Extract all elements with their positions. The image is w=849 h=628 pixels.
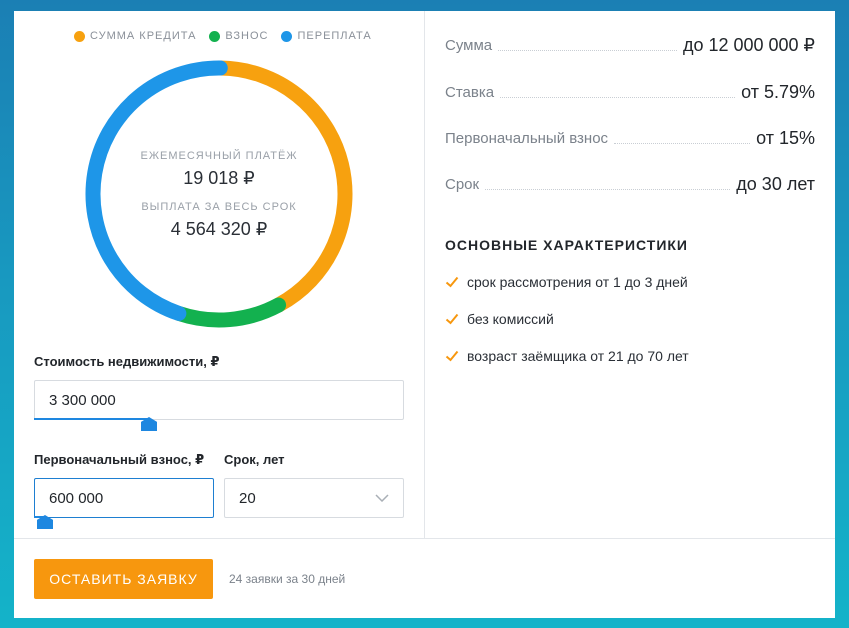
total-payment-label: ВЫПЛАТА ЗА ВЕСЬ СРОК: [141, 201, 297, 213]
legend-dot-loan: [74, 30, 85, 42]
condition-label: Сумма: [445, 37, 493, 54]
calculator-card: СУММА КРЕДИТА ВЗНОС ПЕРЕПЛАТА ЕЖЕМЕСЯЧНЫ…: [14, 11, 835, 618]
donut-center: ЕЖЕМЕСЯЧНЫЙ ПЛАТЁЖ 19 018 ₽ ВЫПЛАТА ЗА В…: [83, 58, 355, 330]
chevron-down-icon: [375, 494, 389, 502]
condition-label: Первоначальный взнос: [445, 130, 609, 147]
legend-label-loan: СУММА КРЕДИТА: [90, 30, 197, 42]
submit-application-button[interactable]: ОСТАВИТЬ ЗАЯВКУ: [34, 559, 213, 599]
legend-item-overpayment: ПЕРЕПЛАТА: [281, 30, 371, 42]
legend-dot-overpayment: [281, 30, 293, 42]
dotted-leader: [614, 143, 751, 144]
checkmark-icon: [445, 276, 459, 288]
property-price-input[interactable]: [34, 380, 404, 420]
feature-item: без комиссий: [445, 311, 554, 327]
column-divider: [424, 11, 425, 538]
condition-row-down-payment: Первоначальный взнос от 15%: [445, 125, 815, 149]
legend-dot-down-payment: [209, 30, 221, 42]
feature-text: срок рассмотрения от 1 до 3 дней: [467, 274, 688, 290]
condition-row-term: Срок до 30 лет: [445, 171, 815, 195]
property-price-slider-track: [34, 418, 149, 420]
checkmark-icon: [445, 313, 459, 325]
condition-label: Срок: [445, 176, 480, 193]
legend-item-loan: СУММА КРЕДИТА: [74, 30, 196, 42]
chart-legend: СУММА КРЕДИТА ВЗНОС ПЕРЕПЛАТА: [74, 30, 372, 42]
down-payment-label: Первоначальный взнос, ₽: [34, 452, 205, 467]
monthly-payment-value: 19 018 ₽: [183, 168, 255, 188]
feature-item: возраст заёмщика от 21 до 70 лет: [445, 348, 689, 364]
dotted-leader: [500, 97, 736, 98]
condition-row-rate: Ставка от 5.79%: [445, 79, 815, 103]
applications-count-note: 24 заявки за 30 дней: [229, 572, 346, 586]
term-select-value: 20: [239, 489, 256, 507]
condition-value: до 12 000 000 ₽: [682, 35, 815, 55]
condition-row-amount: Сумма до 12 000 000 ₽: [445, 32, 815, 56]
features-title: ОСНОВНЫЕ ХАРАКТЕРИСТИКИ: [445, 237, 688, 253]
down-payment-input[interactable]: [34, 478, 214, 518]
condition-value: до 30 лет: [736, 174, 815, 194]
monthly-payment-label: ЕЖЕМЕСЯЧНЫЙ ПЛАТЁЖ: [140, 150, 298, 162]
feature-text: возраст заёмщика от 21 до 70 лет: [467, 348, 689, 364]
checkmark-icon: [445, 350, 459, 362]
legend-label-overpayment: ПЕРЕПЛАТА: [297, 30, 372, 42]
condition-value: от 5.79%: [741, 82, 815, 102]
feature-item: срок рассмотрения от 1 до 3 дней: [445, 274, 688, 290]
term-select[interactable]: 20: [224, 478, 404, 518]
feature-text: без комиссий: [467, 311, 554, 327]
legend-label-down-payment: ВЗНОС: [225, 30, 269, 42]
footer-divider: [14, 538, 835, 539]
dotted-leader: [485, 189, 731, 190]
condition-label: Ставка: [445, 84, 495, 101]
condition-value: от 15%: [756, 128, 815, 148]
property-price-label: Стоимость недвижимости, ₽: [34, 354, 220, 369]
total-payment-value: 4 564 320 ₽: [170, 219, 268, 239]
dotted-leader: [498, 50, 677, 51]
legend-item-down-payment: ВЗНОС: [209, 30, 268, 42]
term-label: Срок, лет: [224, 452, 285, 467]
